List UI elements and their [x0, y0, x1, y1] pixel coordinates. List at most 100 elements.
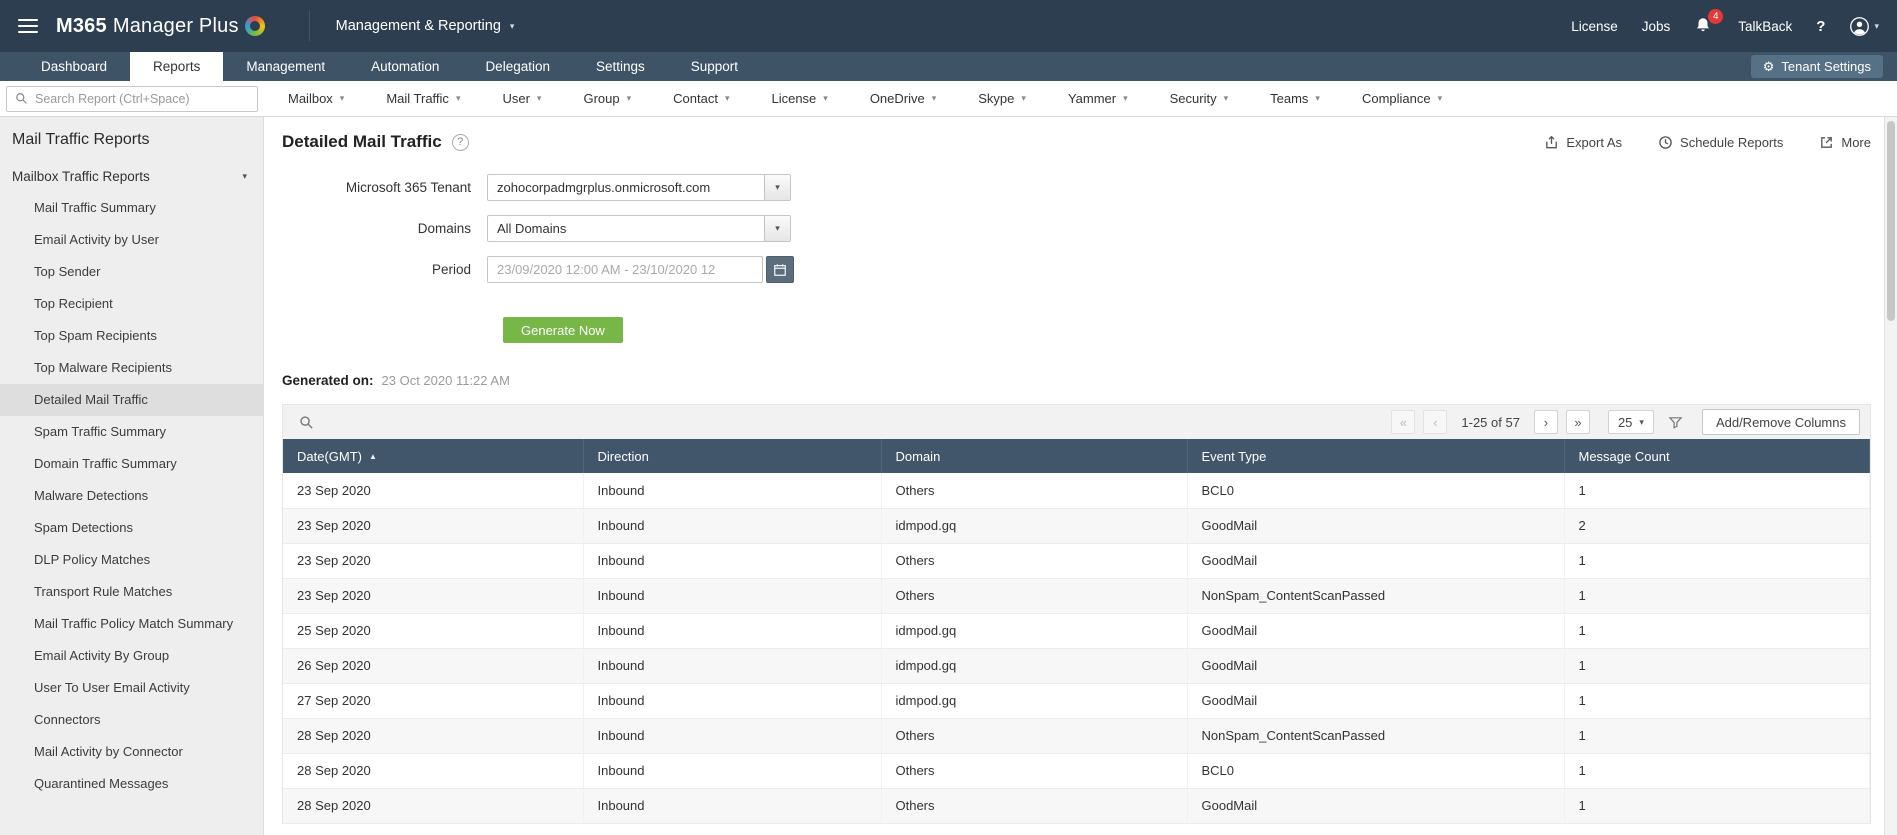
- table-header-row: Date(GMT) ▲ Direction Domain Event Type M…: [283, 439, 1870, 473]
- column-header-event-type[interactable]: Event Type: [1187, 439, 1565, 473]
- sidebar-item[interactable]: Mail Traffic Summary: [0, 192, 263, 224]
- cell-event-type: GoodMail: [1187, 788, 1565, 824]
- page-size-value: 25: [1617, 414, 1633, 430]
- select-dropdown-button[interactable]: ▾: [764, 216, 790, 241]
- nav-tab[interactable]: Delegation: [462, 52, 573, 81]
- nav-tab[interactable]: Dashboard: [18, 52, 130, 81]
- schedule-reports-button[interactable]: Schedule Reports: [1658, 135, 1783, 150]
- cell-direction: Inbound: [583, 578, 882, 614]
- sidebar-item[interactable]: Transport Rule Matches: [0, 576, 263, 608]
- sidebar-item[interactable]: Domain Traffic Summary: [0, 448, 263, 480]
- notification-badge: 4: [1708, 9, 1724, 24]
- next-page-button[interactable]: ›: [1533, 410, 1558, 434]
- notifications-button[interactable]: 4: [1694, 9, 1724, 36]
- category-menu-item[interactable]: Skype ▾: [978, 91, 1026, 106]
- category-menu-item[interactable]: Yammer ▾: [1068, 91, 1128, 106]
- report-search-box[interactable]: [6, 85, 258, 112]
- cell-event-type: NonSpam_ContentScanPassed: [1187, 718, 1565, 754]
- table-search-button[interactable]: [299, 415, 314, 430]
- category-menu-label: Teams: [1270, 91, 1309, 106]
- sidebar-item[interactable]: User To User Email Activity: [0, 672, 263, 704]
- category-menu-label: License: [771, 91, 817, 106]
- category-menu-item[interactable]: License ▾: [771, 91, 827, 106]
- sidebar-group-mailbox-traffic-reports[interactable]: Mailbox Traffic Reports ▾: [0, 161, 263, 192]
- nav-tab[interactable]: Management: [223, 52, 348, 81]
- column-header-message-count[interactable]: Message Count: [1564, 439, 1870, 473]
- last-page-button[interactable]: »: [1565, 410, 1590, 434]
- chevron-down-icon: ▾: [823, 93, 828, 103]
- category-menu-item[interactable]: Mailbox ▾: [288, 91, 344, 106]
- category-menu-item[interactable]: Contact ▾: [673, 91, 729, 106]
- table-row: 28 Sep 2020 Inbound Others BCL0 1: [283, 753, 1870, 789]
- category-menu-item[interactable]: OneDrive ▾: [870, 91, 936, 106]
- sidebar-item[interactable]: Top Malware Recipients: [0, 352, 263, 384]
- sidebar-item[interactable]: Top Spam Recipients: [0, 320, 263, 352]
- sidebar-item[interactable]: Spam Traffic Summary: [0, 416, 263, 448]
- domains-label: Domains: [417, 221, 471, 236]
- nav-tab[interactable]: Automation: [348, 52, 462, 81]
- tenant-settings-button[interactable]: ⚙ Tenant Settings: [1750, 55, 1883, 78]
- sidebar-item[interactable]: Quarantined Messages: [0, 768, 263, 800]
- app-logo[interactable]: M365 Manager Plus: [56, 15, 265, 38]
- table-body: 23 Sep 2020 Inbound Others BCL0 1 23 Sep…: [283, 473, 1870, 824]
- prev-page-button[interactable]: ‹: [1423, 410, 1448, 434]
- help-button[interactable]: ?: [1816, 18, 1825, 35]
- sidebar-item[interactable]: Malware Detections: [0, 480, 263, 512]
- category-menu-item[interactable]: Compliance ▾: [1362, 91, 1442, 106]
- sidebar-item[interactable]: Top Recipient: [0, 288, 263, 320]
- menu-icon[interactable]: [18, 19, 38, 33]
- calendar-picker-button[interactable]: [766, 256, 794, 283]
- first-page-button[interactable]: «: [1391, 410, 1416, 434]
- sidebar-item[interactable]: DLP Policy Matches: [0, 544, 263, 576]
- column-header-date[interactable]: Date(GMT) ▲: [283, 439, 584, 473]
- generate-now-button[interactable]: Generate Now: [503, 317, 623, 343]
- account-menu[interactable]: ▾: [1849, 16, 1879, 37]
- sidebar-item[interactable]: Email Activity by User: [0, 224, 263, 256]
- scrollbar-thumb[interactable]: [1887, 121, 1895, 321]
- chevron-down-icon: ▾: [509, 20, 515, 31]
- category-menu-item[interactable]: Group ▾: [583, 91, 631, 106]
- cell-date: 25 Sep 2020: [283, 613, 584, 649]
- report-help-icon[interactable]: ?: [451, 133, 469, 151]
- table-toolbar-right: « ‹ 1-25 of 57 › » 25 ▾ Add/Remove Colum…: [1391, 409, 1860, 435]
- page-size-select[interactable]: 25 ▾: [1607, 410, 1654, 434]
- category-menu-item[interactable]: Teams ▾: [1270, 91, 1320, 106]
- sidebar-item[interactable]: Detailed Mail Traffic: [0, 384, 263, 416]
- sidebar-item[interactable]: Top Sender: [0, 256, 263, 288]
- context-switcher[interactable]: Management & Reporting ▾: [308, 11, 515, 41]
- cell-message-count: 1: [1564, 683, 1870, 719]
- nav-tab[interactable]: Support: [668, 52, 761, 81]
- chevron-down-icon: ▾: [339, 93, 345, 103]
- category-menu-label: OneDrive: [869, 91, 925, 106]
- jobs-link[interactable]: Jobs: [1642, 19, 1671, 34]
- sidebar-item[interactable]: Mail Activity by Connector: [0, 736, 263, 768]
- select-dropdown-button[interactable]: ▾: [764, 175, 790, 200]
- talkback-link[interactable]: TalkBack: [1738, 19, 1792, 34]
- sidebar-item[interactable]: Connectors: [0, 704, 263, 736]
- export-icon: [1546, 135, 1558, 148]
- add-remove-columns-button[interactable]: Add/Remove Columns: [1701, 409, 1860, 435]
- nav-tab[interactable]: Settings: [573, 52, 668, 81]
- cell-domain: Others: [881, 718, 1188, 754]
- cell-direction: Inbound: [583, 543, 882, 579]
- domains-select[interactable]: All Domains ▾: [487, 215, 791, 242]
- column-header-direction[interactable]: Direction: [583, 439, 882, 473]
- tenant-select[interactable]: zohocorpadmgrplus.onmicrosoft.com ▾: [487, 174, 791, 201]
- category-menu-item[interactable]: User ▾: [502, 91, 541, 106]
- period-input[interactable]: [487, 256, 763, 283]
- report-search-input[interactable]: [35, 91, 249, 106]
- export-as-button[interactable]: Export As: [1544, 135, 1622, 150]
- cell-direction: Inbound: [583, 753, 882, 789]
- category-menu-item[interactable]: Mail Traffic ▾: [386, 91, 460, 106]
- sidebar-item[interactable]: Spam Detections: [0, 512, 263, 544]
- sidebar-item[interactable]: Mail Traffic Policy Match Summary: [0, 608, 263, 640]
- sidebar-item[interactable]: Email Activity By Group: [0, 640, 263, 672]
- category-menu-item[interactable]: Security ▾: [1170, 91, 1229, 106]
- cell-date: 23 Sep 2020: [283, 543, 584, 579]
- more-button[interactable]: More: [1819, 135, 1871, 150]
- filter-button[interactable]: [1662, 415, 1690, 430]
- column-header-domain[interactable]: Domain: [881, 439, 1188, 473]
- vertical-scrollbar[interactable]: [1884, 117, 1897, 835]
- license-link[interactable]: License: [1571, 19, 1618, 34]
- nav-tab[interactable]: Reports: [130, 52, 224, 81]
